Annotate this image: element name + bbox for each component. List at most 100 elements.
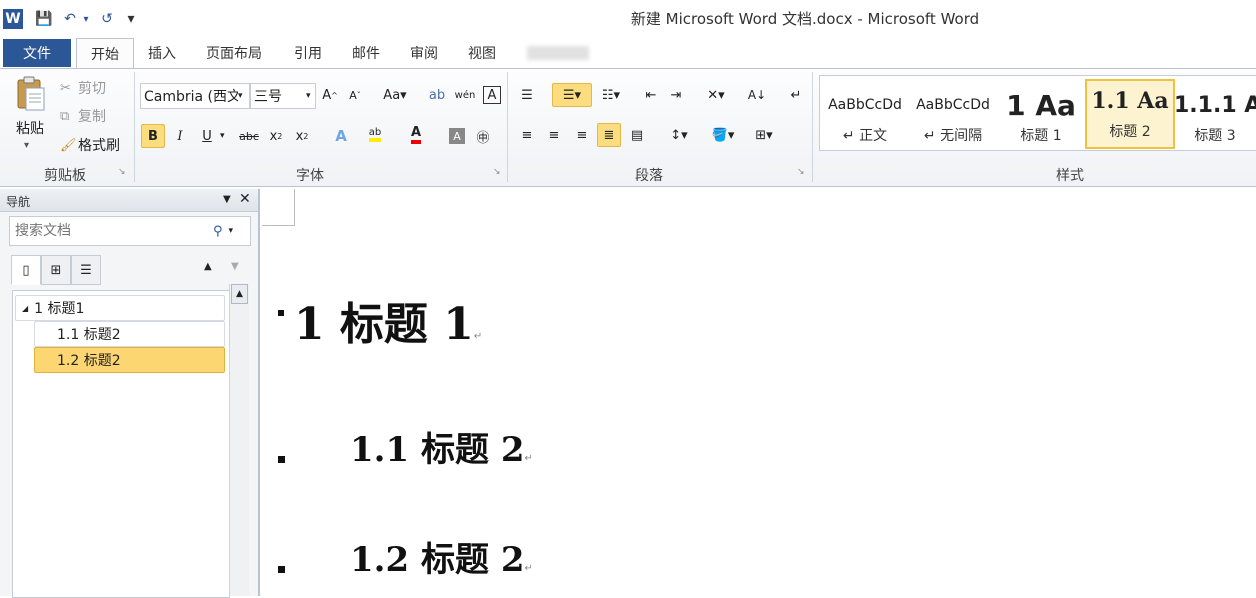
chevron-down-icon[interactable]: ▾	[229, 226, 234, 236]
bold-button[interactable]: B	[141, 124, 165, 148]
change-case-icon[interactable]: Aa▾	[380, 84, 410, 106]
nav-title: 导航	[6, 195, 31, 209]
close-icon[interactable]: ✕	[239, 191, 251, 207]
underline-dropdown-icon[interactable]: ▾	[220, 131, 225, 141]
paragraph-launcher-icon[interactable]: ↘	[797, 167, 805, 177]
grow-font-icon[interactable]: A ^	[319, 84, 341, 106]
styles-gallery: AaBbCcDd ↵ 正文 AaBbCcDd ↵ 无间隔 1 Aa 标题 1 1…	[819, 75, 1256, 151]
sort-icon[interactable]: A↓	[746, 84, 768, 106]
font-size-combo[interactable]: 三号 ▾	[250, 83, 316, 109]
superscript-button[interactable]: x2	[291, 125, 313, 147]
window-title: 新建 Microsoft Word 文档.docx - Microsoft Wo…	[630, 10, 980, 28]
chinese-layout-icon[interactable]: ✕▾	[700, 84, 732, 106]
style-heading-3[interactable]: 1.1.1 A 标题 3	[1174, 85, 1256, 151]
font-group-label: 字体	[296, 168, 324, 184]
scroll-up-icon[interactable]: ▲	[231, 284, 248, 304]
heading-1[interactable]: 1 标题 1↵	[294, 288, 482, 352]
tab-insert[interactable]: 插入	[136, 39, 188, 67]
phonetic-guide-icon[interactable]: wén	[454, 84, 476, 106]
tab-file[interactable]: 文件	[3, 39, 71, 67]
char-border-icon[interactable]: A	[483, 86, 501, 104]
tab-view[interactable]: 视图	[456, 39, 508, 67]
group-divider	[507, 72, 508, 182]
tab-page-layout[interactable]: 页面布局	[194, 39, 274, 67]
tab-references[interactable]: 引用	[282, 39, 334, 67]
style-no-spacing[interactable]: AaBbCcDd ↵ 无间隔	[910, 85, 996, 151]
shading-icon[interactable]: 🪣▾	[706, 124, 740, 146]
increase-indent-icon[interactable]: ⇥	[665, 84, 687, 106]
tab-mailings[interactable]: 邮件	[340, 39, 392, 67]
format-painter-button[interactable]: 🖌 格式刷	[60, 135, 120, 155]
tab-home[interactable]: 开始	[76, 38, 134, 69]
page-corner-mark	[262, 189, 295, 226]
style-heading-1[interactable]: 1 Aa 标题 1	[998, 85, 1084, 151]
move-down-icon[interactable]: ▼	[231, 261, 239, 272]
nav-heading-1-1[interactable]: 1.1 标题2	[34, 321, 225, 347]
search-input[interactable]	[13, 222, 213, 240]
clipboard-launcher-icon[interactable]: ↘	[118, 167, 126, 177]
word-app-icon[interactable]: W	[3, 9, 23, 29]
save-icon[interactable]: 💾	[34, 9, 54, 29]
customize-quick-access-icon[interactable]: ▾	[124, 9, 138, 29]
shrink-font-icon[interactable]: Aˇ	[344, 84, 366, 106]
paste-button[interactable]: 粘贴	[12, 118, 48, 138]
styles-group-label: 样式	[1056, 168, 1084, 184]
brush-icon: 🖌	[60, 137, 77, 153]
show-marks-icon[interactable]: ↵	[785, 84, 807, 106]
font-launcher-icon[interactable]: ↘	[493, 167, 501, 177]
subscript-button[interactable]: x2	[265, 125, 287, 147]
heading-2-second[interactable]: 1.2 标题 2↵	[350, 532, 533, 581]
move-up-icon[interactable]: ▲	[204, 261, 212, 272]
scissors-icon: ✂	[60, 80, 71, 96]
group-divider	[812, 72, 813, 182]
borders-icon[interactable]: ⊞▾	[748, 124, 780, 146]
underline-button[interactable]: U	[196, 125, 218, 147]
clear-format-icon[interactable]: ab	[426, 84, 448, 106]
copy-icon: ⧉	[60, 108, 70, 124]
nav-heading-1[interactable]: ◢ 1 标题1	[15, 295, 225, 321]
font-color-icon[interactable]: A	[405, 123, 427, 145]
clipboard-group-label: 剪贴板	[44, 168, 86, 184]
style-normal[interactable]: AaBbCcDd ↵ 正文	[822, 85, 908, 151]
numbering-icon[interactable]: ☰▾	[552, 83, 592, 107]
browse-results-tab[interactable]: ☰	[71, 255, 101, 285]
align-left-icon[interactable]: ≡	[516, 124, 538, 146]
char-shading-icon[interactable]: A	[449, 128, 465, 144]
multilevel-list-icon[interactable]: ☷▾	[597, 84, 625, 106]
nav-menu-icon[interactable]: ▼	[223, 194, 231, 205]
paste-icon[interactable]	[14, 76, 46, 112]
collapse-triangle-icon[interactable]: ◢	[22, 304, 28, 313]
cut-button[interactable]: ✂ 剪切	[60, 78, 106, 98]
justify-icon[interactable]: ≣	[597, 123, 621, 147]
copy-button[interactable]: ⧉ 复制	[60, 106, 106, 126]
tab-review[interactable]: 审阅	[398, 39, 450, 67]
italic-button[interactable]: I	[169, 125, 191, 147]
align-center-icon[interactable]: ≡	[543, 124, 565, 146]
blurred-tab	[527, 46, 589, 60]
heading-2-first[interactable]: 1.1 标题 2↵	[350, 422, 533, 471]
browse-headings-tab[interactable]: ▯	[11, 255, 41, 285]
font-name-combo[interactable]: Cambria (西文 ▾	[140, 83, 250, 109]
paste-dropdown-icon[interactable]: ▾	[24, 140, 29, 151]
undo-icon[interactable]: ↶	[60, 9, 80, 29]
style-heading-2[interactable]: 1.1 Aa 标题 2	[1085, 79, 1175, 149]
enclose-char-icon[interactable]: ㊥	[472, 125, 494, 147]
list-bullet-marker	[278, 566, 285, 573]
search-icon[interactable]: ⚲	[213, 224, 223, 239]
nav-scrollbar[interactable]: ▲	[229, 284, 249, 596]
strikethrough-button[interactable]: abc	[236, 125, 262, 147]
text-effects-icon[interactable]: A	[330, 125, 352, 147]
decrease-indent-icon[interactable]: ⇤	[640, 84, 662, 106]
distributed-align-icon[interactable]: ▤	[626, 124, 648, 146]
align-right-icon[interactable]: ≡	[571, 124, 593, 146]
paragraph-group-label: 段落	[635, 168, 663, 184]
group-divider	[134, 72, 135, 182]
highlight-color-icon[interactable]: ab	[364, 123, 386, 145]
bullets-icon[interactable]: ☰	[516, 84, 538, 106]
browse-pages-tab[interactable]: ⊞	[41, 255, 71, 285]
nav-heading-1-2[interactable]: 1.2 标题2	[34, 347, 225, 373]
line-spacing-icon[interactable]: ↕▾	[664, 124, 694, 146]
redo-icon[interactable]: ↺	[97, 9, 117, 29]
undo-dropdown-icon[interactable]: ▾	[80, 9, 92, 29]
nav-header	[0, 189, 258, 212]
